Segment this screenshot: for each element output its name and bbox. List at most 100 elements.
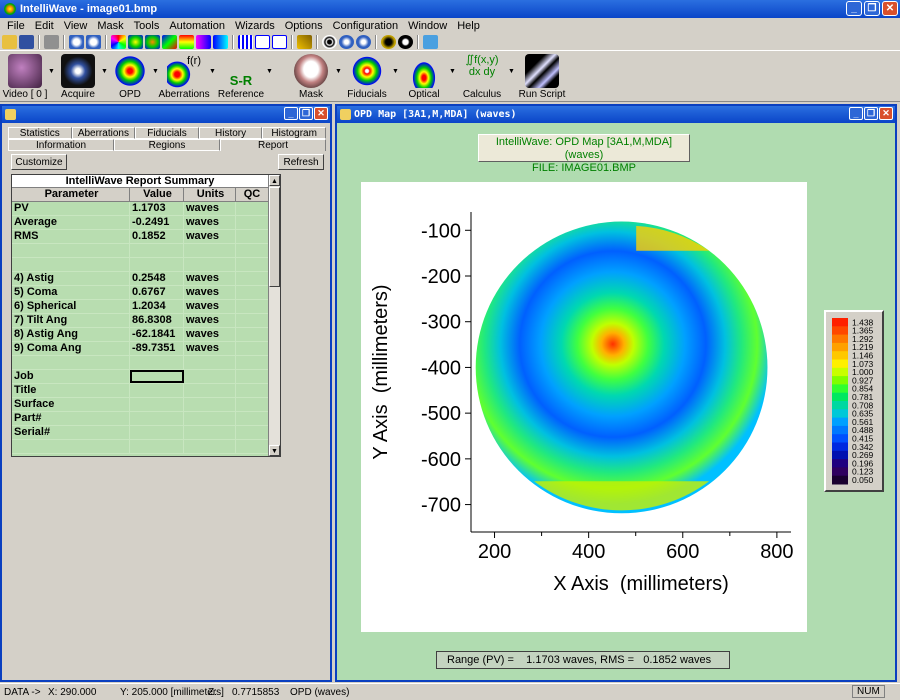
cell-qc[interactable] (236, 342, 268, 355)
cell-qc[interactable] (236, 398, 268, 411)
cell-param[interactable]: Average (12, 216, 130, 229)
cell-value[interactable] (130, 258, 184, 271)
minimize-button[interactable]: _ (846, 1, 862, 16)
grid-icon[interactable] (238, 34, 253, 49)
table-row[interactable]: 6) Spherical 1.2034 waves (12, 300, 268, 314)
calculus-tool[interactable]: ∬f(x,y) dx dy Calculus (456, 52, 508, 100)
cell-value[interactable]: 0.2548 (130, 272, 184, 285)
table-row[interactable] (12, 440, 268, 454)
registered-icon[interactable] (398, 34, 413, 49)
reference-dropdown-icon[interactable]: ▼ (266, 68, 273, 75)
save-disk-icon[interactable] (19, 34, 34, 49)
cell-param[interactable] (12, 440, 130, 453)
report-doc-icon[interactable] (272, 34, 287, 49)
cell-units[interactable]: waves (184, 272, 236, 285)
cell-units[interactable] (184, 412, 236, 425)
menu-automation[interactable]: Automation (164, 20, 230, 32)
tab-report[interactable]: Report (220, 139, 326, 151)
contour-icon[interactable] (162, 34, 177, 49)
menu-view[interactable]: View (59, 20, 93, 32)
report-summary-grid[interactable]: IntelliWave Report Summary Parameter Val… (11, 174, 281, 457)
tab-statistics[interactable]: Statistics (8, 127, 72, 139)
cell-param[interactable]: 6) Spherical (12, 300, 130, 313)
cell-qc[interactable] (236, 300, 268, 313)
table-row[interactable]: 9) Coma Ang -89.7351 waves (12, 342, 268, 356)
cell-param[interactable]: 9) Coma Ang (12, 342, 130, 355)
opd-map-chart[interactable]: 200 400 600 800 -100 -200 -300 -400 -500 -600 -700… (361, 182, 807, 632)
cell-param[interactable]: PV (12, 202, 130, 215)
cell-value[interactable]: 86.8308 (130, 314, 184, 327)
cell-value[interactable]: 0.6767 (130, 286, 184, 299)
fiducials-dropdown-icon[interactable]: ▼ (392, 68, 399, 75)
mask-tool[interactable]: Mask (287, 52, 335, 100)
close-button[interactable]: ✕ (882, 1, 898, 16)
calculus-dropdown-icon[interactable]: ▼ (508, 68, 515, 75)
tab-aberrations[interactable]: Aberrations (71, 127, 136, 139)
table-row[interactable]: 7) Tilt Ang 86.8308 waves (12, 314, 268, 328)
cell-value[interactable] (130, 426, 184, 439)
report-vertical-scrollbar[interactable]: ▲ ▼ (268, 175, 280, 456)
cell-qc[interactable] (236, 258, 268, 271)
document-icon[interactable] (255, 34, 270, 49)
menu-help[interactable]: Help (452, 20, 485, 32)
cell-param[interactable]: 8) Astig Ang (12, 328, 130, 341)
playback-icon[interactable] (356, 34, 371, 49)
acquire-tool[interactable]: Acquire (55, 52, 101, 100)
cell-units[interactable] (184, 426, 236, 439)
tab-information[interactable]: Information (8, 139, 114, 151)
report-close-button[interactable]: ✕ (314, 107, 328, 120)
run-script-tool[interactable]: Run Script (515, 52, 569, 100)
table-row[interactable] (12, 258, 268, 272)
scroll-thumb[interactable] (269, 187, 280, 287)
cell-units[interactable] (184, 370, 236, 383)
customize-button[interactable]: Customize (11, 154, 67, 170)
table-row[interactable] (12, 356, 268, 370)
cell-value[interactable]: -89.7351 (130, 342, 184, 355)
cell-qc[interactable] (236, 440, 268, 453)
cell-value[interactable] (130, 244, 184, 257)
cell-value[interactable] (130, 356, 184, 369)
opd-plot-area[interactable]: 200 400 600 800 -100 -200 -300 -400 -500 -600 -700… (361, 182, 807, 632)
cell-param[interactable] (12, 258, 130, 271)
table-row[interactable] (12, 244, 268, 258)
cell-units[interactable] (184, 356, 236, 369)
cell-value[interactable]: 1.2034 (130, 300, 184, 313)
cell-qc[interactable] (236, 202, 268, 215)
cell-units[interactable]: waves (184, 202, 236, 215)
fiducials-tool[interactable]: Fiducials (342, 52, 392, 100)
target-icon[interactable] (322, 34, 337, 49)
cell-value[interactable]: -62.1841 (130, 328, 184, 341)
cell-param[interactable]: Job (12, 370, 130, 383)
cell-qc[interactable] (236, 244, 268, 257)
cell-value[interactable]: 1.1703 (130, 202, 184, 215)
aberrations-tool[interactable]: f(r) Aberrations (158, 52, 210, 100)
cell-units[interactable]: waves (184, 300, 236, 313)
cell-units[interactable]: waves (184, 314, 236, 327)
cell-units[interactable] (184, 258, 236, 271)
cell-qc[interactable] (236, 314, 268, 327)
cell-value[interactable] (130, 440, 184, 453)
report-minimize-button[interactable]: _ (284, 107, 298, 120)
scroll-down-icon[interactable]: ▼ (269, 445, 280, 456)
video-tool[interactable]: Video [ 0 ] (2, 52, 48, 100)
pen-icon[interactable] (297, 34, 312, 49)
table-row[interactable]: 5) Coma 0.6767 waves (12, 286, 268, 300)
map-view-icon[interactable] (128, 34, 143, 49)
cell-qc[interactable] (236, 272, 268, 285)
profile-icon[interactable] (196, 34, 211, 49)
menu-edit[interactable]: Edit (30, 20, 59, 32)
cell-param[interactable]: RMS (12, 230, 130, 243)
cell-units[interactable] (184, 384, 236, 397)
cell-value[interactable] (130, 384, 184, 397)
mask-dropdown-icon[interactable]: ▼ (335, 68, 342, 75)
cell-qc[interactable] (236, 230, 268, 243)
cell-units[interactable]: waves (184, 230, 236, 243)
cell-param[interactable]: Serial# (12, 426, 130, 439)
cell-param[interactable]: 7) Tilt Ang (12, 314, 130, 327)
menu-mask[interactable]: Mask (92, 20, 128, 32)
cell-units[interactable] (184, 244, 236, 257)
cell-units[interactable]: waves (184, 342, 236, 355)
table-row[interactable]: Title (12, 384, 268, 398)
cell-qc[interactable] (236, 356, 268, 369)
settings-dial-icon[interactable] (381, 34, 396, 49)
